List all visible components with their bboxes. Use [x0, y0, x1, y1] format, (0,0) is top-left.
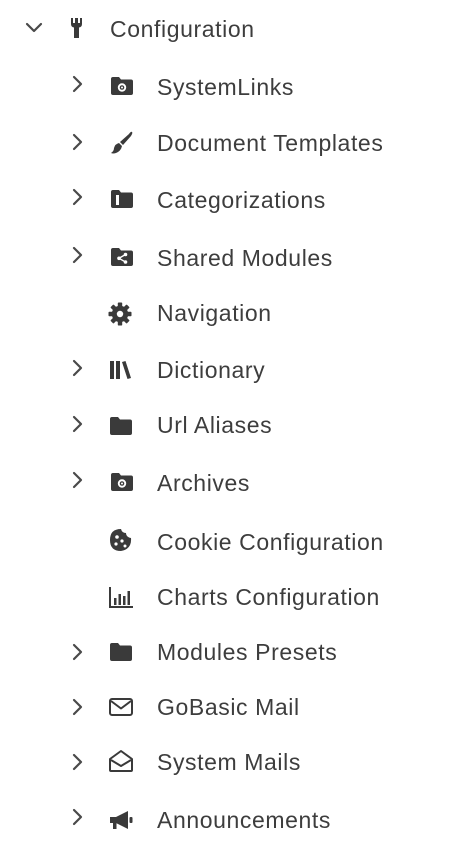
tree-node-announcements[interactable]: Announcements	[0, 795, 450, 843]
tree-node-label: Modules Presets	[157, 639, 338, 665]
cookie-icon	[108, 527, 134, 553]
folder-icon	[108, 639, 134, 665]
tree-node-gobasic-mail[interactable]: GoBasic Mail	[0, 682, 450, 730]
paintbrush-icon	[109, 130, 135, 156]
megaphone-icon	[108, 807, 134, 833]
tree-node-systemlinks[interactable]: SystemLinks	[0, 62, 450, 110]
tree-node-system-mails[interactable]: System Mails	[0, 737, 450, 785]
tree-node-label: System Mails	[157, 749, 301, 775]
tree-node-label: SystemLinks	[157, 74, 294, 100]
tree-node-label: Configuration	[110, 16, 255, 42]
chevron-right-icon[interactable]	[66, 243, 90, 267]
chevron-right-icon[interactable]	[66, 185, 90, 209]
tree-node-label: Cookie Configuration	[157, 529, 384, 555]
folder-tag-icon	[109, 186, 135, 212]
gear-icon	[107, 301, 133, 327]
tree-node-label: Document Templates	[157, 130, 384, 156]
envelope-icon	[108, 694, 134, 720]
chevron-right-icon[interactable]	[66, 130, 90, 154]
folder-share-icon	[109, 244, 135, 270]
tree-node-label: Charts Configuration	[157, 584, 380, 610]
chevron-right-icon[interactable]	[66, 72, 90, 96]
tree-node-archives[interactable]: Archives	[0, 458, 450, 506]
folder-gear-icon	[109, 73, 135, 99]
folder-gear-icon	[109, 469, 135, 495]
chevron-right-icon[interactable]	[66, 640, 90, 664]
tree-node-label: Shared Modules	[157, 245, 333, 271]
folder-icon	[108, 413, 134, 439]
chevron-right-icon[interactable]	[66, 356, 90, 380]
tree-node-categorizations[interactable]: Categorizations	[0, 175, 450, 223]
tree-node-charts-configuration[interactable]: Charts Configuration	[0, 572, 450, 620]
tree-node-label: GoBasic Mail	[157, 694, 300, 720]
tree-node-label: Announcements	[157, 807, 332, 833]
tree-node-label: Url Aliases	[157, 412, 273, 438]
bar-chart-icon	[108, 584, 134, 610]
chevron-right-icon[interactable]	[66, 695, 90, 719]
tree-node-label: Archives	[157, 470, 250, 496]
wrench-icon	[64, 15, 90, 41]
configuration-tree: Configuration SystemLinks Document Templ…	[0, 0, 450, 852]
tree-node-configuration[interactable]: Configuration	[0, 4, 450, 52]
chevron-right-icon[interactable]	[66, 412, 90, 436]
tree-node-cookie-configuration[interactable]: Cookie Configuration	[0, 517, 450, 565]
tree-node-label: Navigation	[157, 300, 272, 326]
tree-node-label: Dictionary	[157, 357, 266, 383]
books-icon	[108, 357, 134, 383]
tree-node-navigation[interactable]: Navigation	[0, 289, 450, 337]
chevron-right-icon[interactable]	[66, 750, 90, 774]
tree-node-dictionary[interactable]: Dictionary	[0, 345, 450, 393]
tree-node-document-templates[interactable]: Document Templates	[0, 118, 450, 166]
tree-node-label: Categorizations	[157, 187, 326, 213]
chevron-right-icon[interactable]	[66, 468, 90, 492]
chevron-down-icon[interactable]	[22, 16, 46, 40]
tree-node-modules-presets[interactable]: Modules Presets	[0, 627, 450, 675]
envelope-open-icon	[108, 748, 134, 774]
tree-node-shared-modules[interactable]: Shared Modules	[0, 233, 450, 281]
chevron-right-icon[interactable]	[66, 805, 90, 829]
tree-node-url-aliases[interactable]: Url Aliases	[0, 401, 450, 449]
